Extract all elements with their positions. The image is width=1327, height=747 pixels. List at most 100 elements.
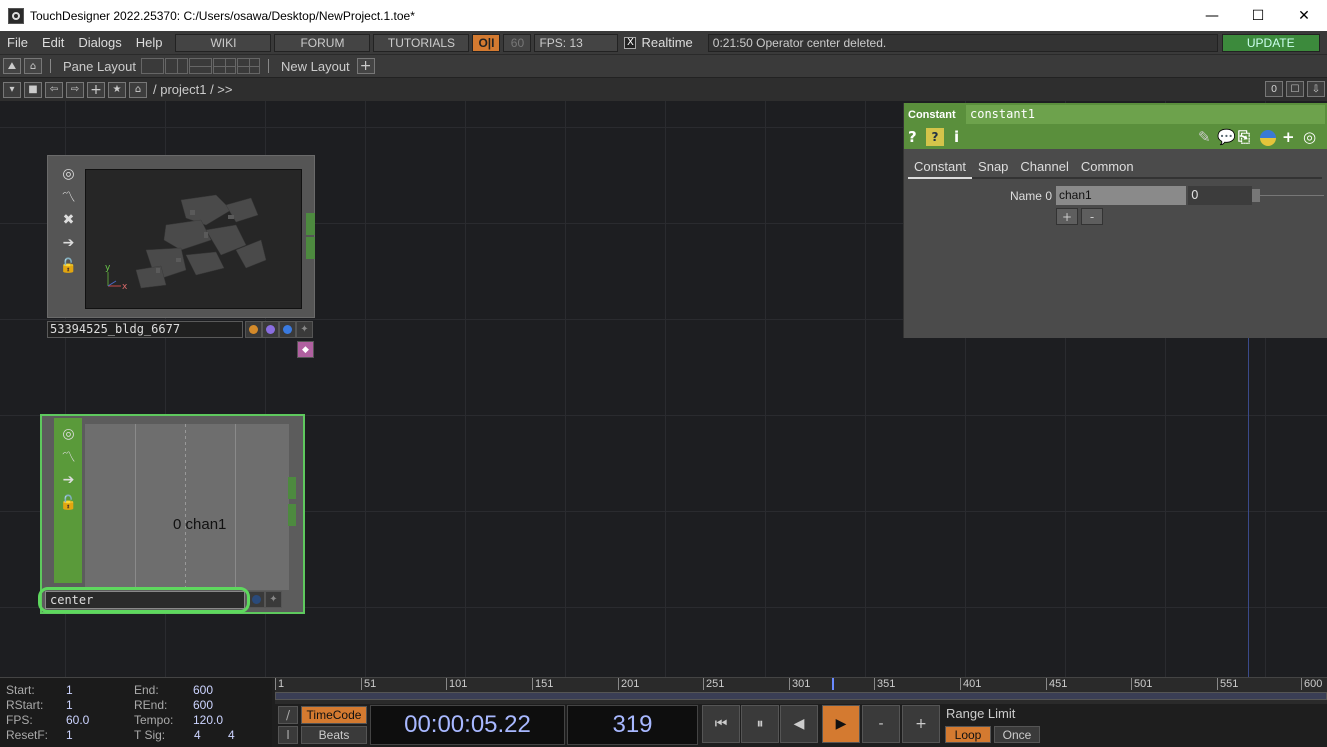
viewer-flag[interactable]	[279, 321, 296, 338]
play-reverse-icon[interactable]: ◀	[780, 705, 818, 743]
rstart-value[interactable]: 1	[66, 698, 73, 712]
back-arrow-icon[interactable]: ⇦	[45, 81, 63, 98]
pane-menu-chevron-down-icon[interactable]: ▾	[3, 81, 21, 98]
lock-icon[interactable]: 🔓	[59, 256, 79, 276]
channel-value-input[interactable]: 0	[1188, 186, 1252, 205]
help-icon[interactable]: ?	[908, 128, 917, 146]
home-network-icon[interactable]: ⌂	[129, 81, 147, 98]
viewer-toggle-icon[interactable]: ◎	[59, 164, 79, 184]
add-icon[interactable]: +	[1282, 128, 1295, 146]
menu-file[interactable]: File	[0, 35, 35, 50]
loop-button[interactable]: Loop	[945, 726, 991, 743]
info-icon[interactable]: i	[954, 128, 959, 146]
bookmark-star-icon[interactable]: ★	[108, 81, 126, 98]
bypass-x-icon[interactable]: ✖	[59, 210, 79, 230]
pin-plus-icon[interactable]: ✦	[265, 591, 282, 608]
timeline-slash-toggle[interactable]: /	[278, 706, 298, 724]
skip-to-start-icon[interactable]: ⏮	[702, 705, 740, 743]
layout-split-horizontal-icon[interactable]	[189, 58, 213, 74]
step-back-button[interactable]: -	[862, 705, 900, 743]
stop-icon[interactable]: ■	[24, 81, 42, 98]
channel-name-input[interactable]: chan1	[1056, 186, 1186, 205]
wire-icon[interactable]: 〽	[59, 447, 79, 467]
rend-value[interactable]: 600	[193, 698, 213, 712]
download-arrow-icon[interactable]: ⇩	[1307, 81, 1325, 97]
viewer-toggle-icon[interactable]: ◎	[59, 424, 79, 444]
close-button[interactable]: ✕	[1281, 0, 1327, 31]
python-help-icon[interactable]: ?	[926, 128, 944, 146]
network-view-icon[interactable]: ⛰	[3, 58, 21, 74]
output-connector[interactable]	[288, 504, 296, 526]
layout-quad-icon[interactable]	[237, 58, 261, 74]
material-flag-icon[interactable]: ◆	[297, 341, 314, 358]
maximize-pane-icon[interactable]: ☐	[1286, 81, 1304, 97]
tab-common[interactable]: Common	[1075, 157, 1140, 177]
perform-toggle-button[interactable]: O|I	[472, 33, 501, 52]
timecode-button[interactable]: TimeCode	[301, 706, 367, 724]
once-button[interactable]: Once	[994, 726, 1040, 743]
pin-plus-icon[interactable]: ✦	[296, 321, 313, 338]
layout-three-pane-icon[interactable]	[213, 58, 237, 74]
channel-viewer[interactable]: 0 chan1	[85, 424, 289, 590]
beats-button[interactable]: Beats	[301, 726, 367, 744]
pencil-icon[interactable]: ✎	[1198, 128, 1211, 146]
add-channel-button[interactable]: +	[1056, 208, 1078, 225]
minimize-button[interactable]: —	[1189, 0, 1235, 31]
end-value[interactable]: 600	[193, 683, 213, 697]
tutorials-button[interactable]: TUTORIALS	[373, 33, 470, 52]
tab-channel[interactable]: Channel	[1014, 157, 1074, 177]
output-connector[interactable]	[288, 477, 296, 499]
geometry-viewer[interactable]: y x	[85, 169, 302, 309]
add-layout-button[interactable]: +	[356, 58, 375, 74]
fps-value[interactable]: 60.0	[66, 713, 89, 727]
output-connector[interactable]	[306, 213, 315, 235]
tsig-denominator[interactable]: 4	[228, 728, 235, 742]
network-path[interactable]: / project1 / >>	[153, 82, 233, 97]
lock-icon[interactable]: 🔓	[59, 493, 79, 513]
python-icon[interactable]	[1260, 130, 1276, 146]
output-connector[interactable]	[306, 237, 315, 259]
playhead[interactable]	[832, 678, 834, 690]
resetf-value[interactable]: 1	[66, 728, 73, 742]
pause-icon[interactable]: ⏸	[741, 705, 779, 743]
timecode-display[interactable]: 00:00:05.22	[370, 705, 565, 745]
menu-help[interactable]: Help	[129, 35, 170, 50]
menu-dialogs[interactable]: Dialogs	[71, 35, 128, 50]
render-flag[interactable]	[245, 321, 262, 338]
export-arrow-icon[interactable]: ➔	[59, 470, 79, 490]
menu-edit[interactable]: Edit	[35, 35, 71, 50]
home-icon[interactable]: ⌂	[24, 58, 42, 74]
timeline-cursor-toggle[interactable]: I	[278, 726, 298, 744]
node-body[interactable]: ◎ 〽 ✖ ➔ 🔓 y x	[47, 155, 315, 318]
maximize-button[interactable]: ☐	[1235, 0, 1281, 31]
tab-constant[interactable]: Constant	[908, 157, 973, 179]
frame-display[interactable]: 319	[567, 705, 698, 745]
remove-channel-button[interactable]: -	[1081, 208, 1103, 225]
step-forward-button[interactable]: +	[902, 705, 940, 743]
tab-snap[interactable]: Snap	[972, 157, 1014, 177]
export-arrow-icon[interactable]: ➔	[59, 233, 79, 253]
wire-icon[interactable]: 〽	[59, 187, 79, 207]
realtime-checkbox[interactable]: X	[624, 36, 637, 49]
slider-handle[interactable]	[1252, 189, 1260, 202]
op-name-field[interactable]: constant1	[966, 105, 1325, 124]
timeline-range-bar[interactable]	[275, 692, 1327, 700]
operator-node-center[interactable]: ◎ 〽 ➔ 🔓 0 chan1 center ✦	[40, 414, 305, 614]
timeline-ruler[interactable]: 1 51 101 151 201 251 301 351 401 451 501 551 600	[275, 678, 1327, 704]
node-name-field[interactable]: 53394525_bldg_6677	[47, 321, 243, 338]
start-value[interactable]: 1	[66, 683, 73, 697]
forward-arrow-icon[interactable]: ⇨	[66, 81, 84, 98]
comment-icon[interactable]: 💬	[1217, 128, 1236, 146]
update-button[interactable]: UPDATE	[1221, 33, 1320, 52]
clone-icon[interactable]: ⎘	[1238, 128, 1250, 146]
add-operator-icon[interactable]: +	[87, 81, 105, 98]
operator-node-geo[interactable]: ◎ 〽 ✖ ➔ 🔓 y x 53394525_bldg_6677 ✦ ◆	[47, 155, 315, 358]
wiki-button[interactable]: WIKI	[175, 33, 272, 52]
forum-button[interactable]: FORUM	[274, 33, 371, 52]
target-icon[interactable]: ◎	[1303, 128, 1316, 146]
layout-split-vertical-icon[interactable]	[165, 58, 189, 74]
display-flag[interactable]	[262, 321, 279, 338]
value-slider[interactable]	[1252, 189, 1324, 202]
tempo-value[interactable]: 120.0	[193, 713, 223, 727]
viewer-flag[interactable]	[248, 591, 265, 608]
